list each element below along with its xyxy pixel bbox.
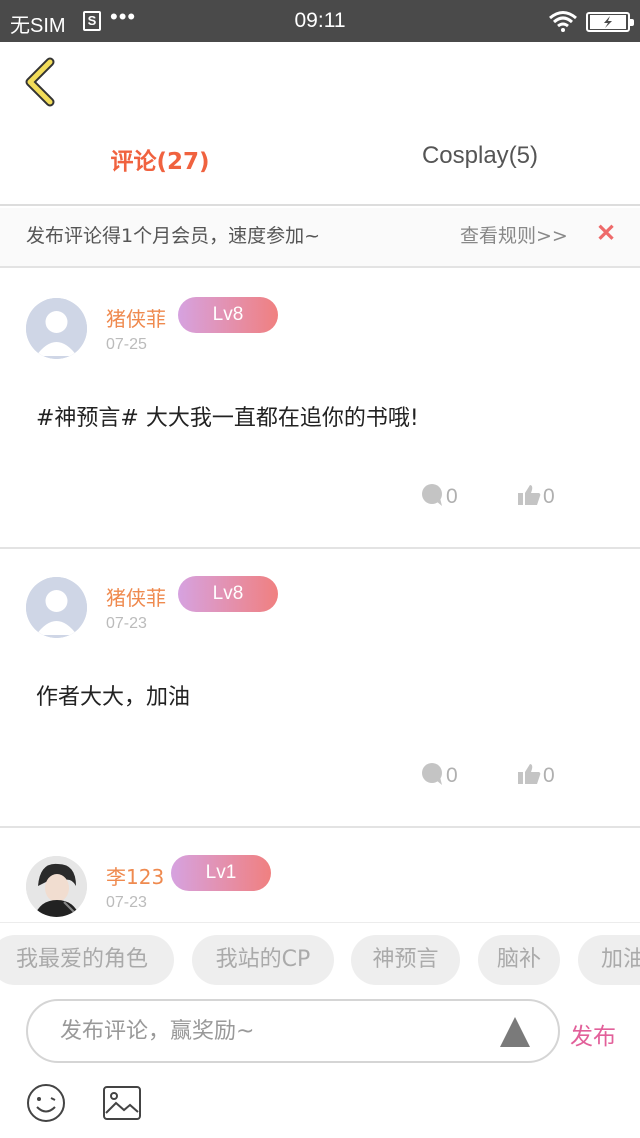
comment-username[interactable]: 猪侠菲: [106, 582, 166, 611]
publish-button[interactable]: 发布: [570, 1017, 616, 1051]
level-badge: Lv8: [178, 297, 278, 333]
promo-banner: 发布评论得1个月会员，速度参加~ 查看规则>> ✕: [0, 208, 640, 268]
comment-text: #神预言# 大大我一直都在追你的书哦!: [36, 406, 419, 431]
like-button[interactable]: 0: [517, 762, 555, 792]
comment-input[interactable]: [60, 1015, 480, 1047]
battery-icon: [586, 12, 634, 32]
quick-tag[interactable]: 神预言: [351, 935, 460, 985]
reply-button[interactable]: 0: [420, 483, 458, 513]
comment-item: 猪侠菲 Lv8 07-25 #神预言# 大大我一直都在追你的书哦! 0 0: [0, 270, 640, 549]
comment-date: 07-23: [106, 615, 147, 632]
reply-count: 0: [446, 764, 458, 787]
wifi-icon: [549, 11, 577, 32]
status-bar: 无SIM S ••• 09:11: [0, 0, 640, 42]
like-count: 0: [543, 764, 555, 787]
tab-cosplay-label: Cosplay: [421, 142, 509, 169]
comment-item: 猪侠菲 Lv8 07-23 作者大大，加油 0 0: [0, 549, 640, 828]
level-badge: Lv8: [178, 576, 278, 612]
tab-comments-count: (27): [156, 149, 210, 175]
level-badge: Lv1: [171, 855, 271, 891]
like-button[interactable]: 0: [517, 483, 555, 513]
comment-bubble-icon: [422, 763, 442, 785]
tab-cosplay[interactable]: Cosplay(5): [320, 142, 640, 170]
comment-bubble-icon: [422, 484, 442, 506]
tab-comments-label: 评论: [110, 149, 157, 175]
quick-tag[interactable]: 我站的CP: [192, 935, 334, 985]
comment-item: 李123 Lv1 07-23: [0, 828, 640, 922]
emoji-icon[interactable]: [26, 1083, 66, 1123]
reply-count: 0: [446, 485, 458, 508]
thumbs-up-icon: [518, 485, 541, 505]
comment-composer: 我最爱的角色 我站的CP 神预言 脑补 加油 发布: [0, 922, 640, 1138]
view-rules-link[interactable]: 查看规则>>: [460, 221, 568, 248]
avatar[interactable]: [26, 856, 87, 917]
tab-comments[interactable]: 评论(27): [0, 142, 320, 176]
clock: 09:11: [294, 9, 346, 32]
image-icon[interactable]: [102, 1085, 142, 1121]
close-icon[interactable]: ✕: [596, 219, 616, 248]
avatar[interactable]: [26, 577, 87, 638]
avatar[interactable]: [26, 298, 87, 359]
promo-text: 发布评论得1个月会员，速度参加~: [26, 225, 321, 247]
back-arrow-icon[interactable]: [20, 56, 64, 108]
comment-username[interactable]: 猪侠菲: [106, 303, 166, 332]
tab-bar: 评论(27) Cosplay(5): [0, 122, 640, 206]
comment-username[interactable]: 李123: [106, 861, 164, 890]
reply-button[interactable]: 0: [420, 762, 458, 792]
comment-input-box: [26, 999, 560, 1063]
like-count: 0: [543, 485, 555, 508]
thumbs-up-icon: [518, 764, 541, 784]
quick-tag[interactable]: 脑补: [478, 935, 560, 985]
comment-date: 07-23: [106, 894, 147, 911]
comment-text: 作者大大，加油: [36, 685, 191, 710]
comment-date: 07-25: [106, 336, 147, 353]
send-triangle-icon[interactable]: [498, 1015, 532, 1049]
quick-tag[interactable]: 我最爱的角色: [0, 935, 174, 985]
quick-tag[interactable]: 加油: [578, 935, 640, 985]
tab-cosplay-count: (5): [508, 142, 539, 169]
